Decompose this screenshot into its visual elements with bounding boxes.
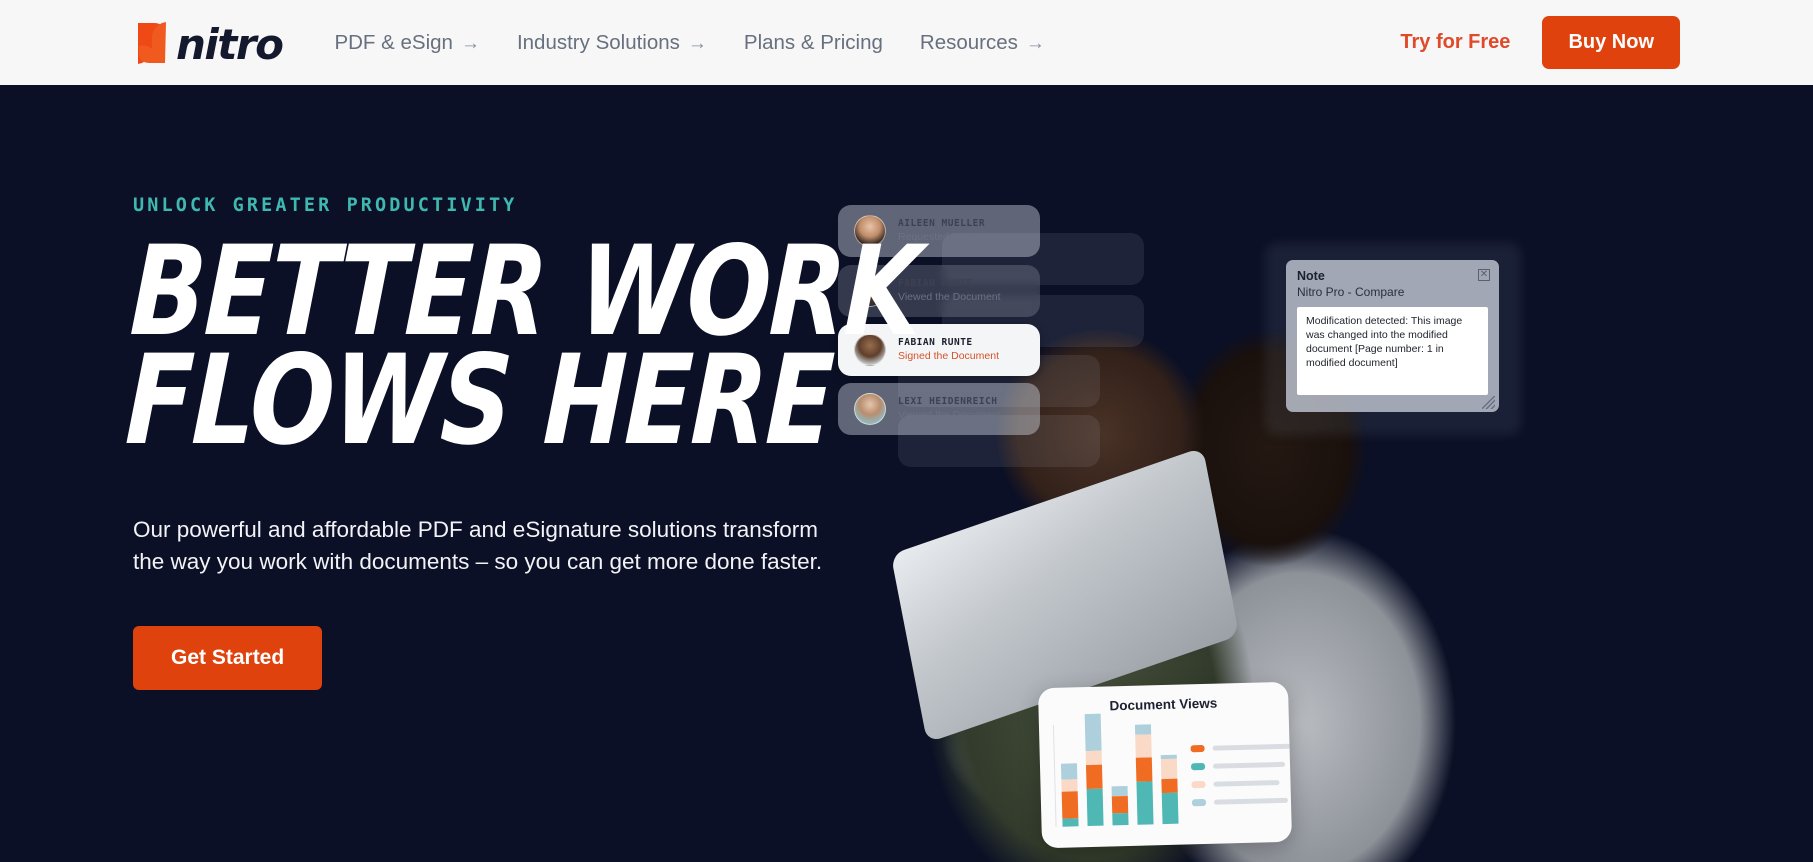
legend-swatch — [1191, 780, 1206, 788]
header-actions: Try for Free Buy Now — [1400, 16, 1680, 69]
chart-legend-item — [1190, 742, 1291, 752]
try-for-free-link[interactable]: Try for Free — [1400, 31, 1510, 54]
chart-bar-segment — [1134, 724, 1152, 736]
legend-label-placeholder — [1213, 797, 1289, 805]
nav-label: PDF & eSign — [334, 30, 453, 54]
chart-bar-segment — [1111, 786, 1128, 797]
resize-grip-icon[interactable] — [1482, 396, 1495, 409]
chart-bar-segment — [1085, 750, 1102, 765]
nav-item-pdf-esign[interactable]: PDF & eSign → — [334, 31, 480, 55]
nitro-logo-icon — [134, 20, 170, 66]
chart-plot-area — [1052, 713, 1179, 827]
chart-legend-item — [1191, 796, 1292, 806]
nav-item-plans-pricing[interactable]: Plans & Pricing — [744, 31, 883, 55]
legend-swatch — [1191, 798, 1207, 806]
chart-bar — [1160, 754, 1179, 825]
chart-bar-segment — [1112, 812, 1129, 826]
chart-bar-segment — [1161, 778, 1178, 794]
close-icon[interactable]: ✕ — [1478, 269, 1490, 281]
note-title: Note — [1297, 269, 1325, 283]
chart-bar-segment — [1161, 793, 1179, 825]
hero-artwork: AILEEN MUELLER Requested a Signature FAB… — [838, 85, 1813, 862]
buy-now-button[interactable]: Buy Now — [1542, 16, 1680, 69]
note-subtitle: Nitro Pro - Compare — [1297, 284, 1405, 299]
notification-status: Viewed the Document — [898, 409, 1001, 422]
headline-line-2: FLOWS HERE — [123, 329, 836, 474]
chart-bar-segment — [1062, 818, 1079, 827]
nav-label: Plans & Pricing — [743, 30, 883, 54]
main-nav: PDF & eSign → Industry Solutions → Plans… — [334, 31, 1044, 55]
chart-bar-segment — [1061, 791, 1079, 819]
legend-swatch — [1190, 762, 1206, 770]
legend-label-placeholder — [1212, 761, 1286, 769]
logo[interactable]: nitro — [134, 19, 284, 69]
chart-bar-segment — [1135, 757, 1153, 782]
chart-legend-item — [1190, 760, 1291, 770]
note-body-text: Modification detected: This image was ch… — [1297, 307, 1488, 396]
legend-label-placeholder — [1213, 779, 1280, 787]
nav-label: Resources — [919, 30, 1018, 54]
chart-legend-item — [1191, 778, 1291, 788]
legend-label-placeholder — [1212, 743, 1291, 751]
chart-bar-segment — [1086, 788, 1104, 827]
arrow-right-icon: → — [1025, 32, 1045, 54]
note-panel[interactable]: ✕ Note Nitro Pro - Compare Modification … — [1286, 260, 1499, 412]
chart-legend — [1190, 719, 1292, 824]
chart-bar-segment — [1160, 758, 1178, 780]
avatar — [854, 393, 886, 425]
notification-name: LEXI HEIDENREICH — [898, 395, 998, 407]
nav-label: Industry Solutions — [516, 30, 680, 54]
chart-bar-segment — [1111, 796, 1129, 814]
chart-bar — [1111, 786, 1129, 826]
hero-eyebrow: UNLOCK GREATER PRODUCTIVITY — [133, 195, 518, 216]
nav-item-industry-solutions[interactable]: Industry Solutions → — [517, 31, 707, 55]
chart-bar — [1084, 713, 1104, 827]
notification-card[interactable]: LEXI HEIDENREICH Viewed the Document — [838, 383, 1040, 435]
page-title: BETTER WORK FLOWS HERE — [123, 220, 923, 474]
chart-bar-segment — [1060, 763, 1078, 780]
chart-bar-segment — [1135, 734, 1152, 758]
chart-title: Document Views — [1109, 695, 1218, 714]
chart-bar-segment — [1136, 781, 1154, 825]
site-header: nitro PDF & eSign → Industry Solutions →… — [0, 0, 1813, 85]
chart-bar — [1060, 763, 1079, 827]
chart-bar-segment — [1061, 779, 1078, 793]
chart-bar-segment — [1085, 764, 1103, 790]
get-started-button[interactable]: Get Started — [133, 626, 323, 691]
hero-subcopy: Our powerful and affordable PDF and eSig… — [133, 517, 823, 575]
hero-copy: UNLOCK GREATER PRODUCTIVITY BETTER WORK … — [123, 195, 923, 691]
nav-item-resources[interactable]: Resources → — [920, 31, 1045, 55]
chart-bar — [1134, 724, 1154, 825]
arrow-right-icon: → — [460, 32, 480, 54]
document-views-chart-card: Document Views — [1037, 681, 1293, 849]
chart-bar-segment — [1084, 713, 1102, 751]
hero-section: UNLOCK GREATER PRODUCTIVITY BETTER WORK … — [0, 85, 1813, 862]
arrow-right-icon: → — [687, 32, 707, 54]
legend-swatch — [1190, 744, 1205, 752]
logo-wordmark: nitro — [176, 19, 284, 69]
